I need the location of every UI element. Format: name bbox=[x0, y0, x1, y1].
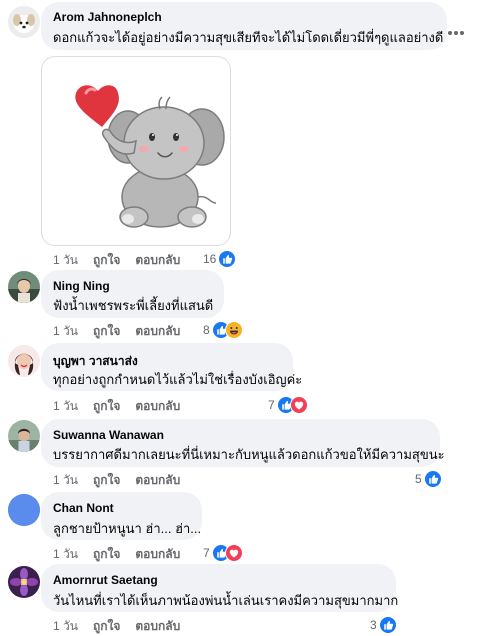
comment-timestamp[interactable]: 1 วัน bbox=[53, 324, 78, 338]
comment-actions: 1 วัน ถูกใจ ตอบกลับ bbox=[53, 545, 195, 564]
reply-button[interactable]: ตอบกลับ bbox=[135, 473, 180, 487]
like-button[interactable]: ถูกใจ bbox=[93, 473, 120, 487]
reaction-summary[interactable]: 5 bbox=[415, 470, 442, 488]
comment-actions: 1 วัน ถูกใจ ตอบกลับ bbox=[53, 251, 195, 270]
like-reaction-icon bbox=[423, 470, 442, 488]
comment-timestamp[interactable]: 1 วัน bbox=[53, 619, 78, 633]
avatar[interactable] bbox=[8, 494, 40, 526]
avatar[interactable] bbox=[8, 271, 40, 303]
reaction-summary[interactable]: 7 bbox=[203, 544, 243, 562]
like-button[interactable]: ถูกใจ bbox=[93, 619, 120, 633]
comment-actions: 1 วัน ถูกใจ ตอบกลับ bbox=[53, 397, 195, 416]
reply-button[interactable]: ตอบกลับ bbox=[135, 619, 180, 633]
like-button[interactable]: ถูกใจ bbox=[93, 399, 120, 413]
reaction-count: 3 bbox=[370, 618, 377, 632]
comment-author[interactable]: Ning Ning bbox=[53, 279, 110, 293]
like-button[interactable]: ถูกใจ bbox=[93, 253, 120, 267]
avatar[interactable] bbox=[8, 566, 40, 598]
comment-actions: 1 วัน ถูกใจ ตอบกลับ bbox=[53, 471, 195, 490]
comment-text: วันไหนที่เราได้เห็นภาพน้องพ่นน้ำเล่นเราค… bbox=[53, 593, 399, 608]
comment-timestamp[interactable]: 1 วัน bbox=[53, 547, 78, 561]
comment-text: ลูกชายป้าหนูนา ฮ่า... ฮ่า... bbox=[53, 521, 202, 536]
elephant-sticker-image[interactable] bbox=[41, 56, 231, 246]
reply-button[interactable]: ตอบกลับ bbox=[135, 253, 180, 267]
comment-timestamp[interactable]: 1 วัน bbox=[53, 253, 78, 267]
like-reaction-icon bbox=[378, 616, 397, 634]
love-reaction-icon bbox=[289, 396, 308, 414]
comment-author[interactable]: Amornrut Saetang bbox=[53, 573, 158, 587]
comment-author[interactable]: Suwanna Wanawan bbox=[53, 428, 164, 442]
comment-actions: 1 วัน ถูกใจ ตอบกลับ bbox=[53, 617, 195, 636]
reaction-count: 8 bbox=[203, 323, 210, 337]
reply-button[interactable]: ตอบกลับ bbox=[135, 399, 180, 413]
reaction-count: 7 bbox=[268, 398, 275, 412]
reaction-summary[interactable]: 16 bbox=[203, 250, 237, 268]
reaction-summary[interactable]: 8 bbox=[203, 321, 243, 339]
comment-timestamp[interactable]: 1 วัน bbox=[53, 473, 78, 487]
haha-reaction-icon bbox=[224, 321, 243, 339]
reaction-count: 7 bbox=[203, 546, 210, 560]
comment-author[interactable]: Chan Nont bbox=[53, 501, 114, 515]
comment-text: ดอกแก้วจะได้อยู่อย่างมีความสุขเสียทีจะได… bbox=[53, 30, 444, 45]
comment-text: บรรยากาศดีมากเลยนะที่นี่เหมาะกับหนูแล้วด… bbox=[53, 447, 445, 462]
comment-actions: 1 วัน ถูกใจ ตอบกลับ bbox=[53, 322, 195, 341]
love-reaction-icon bbox=[224, 544, 243, 562]
like-button[interactable]: ถูกใจ bbox=[93, 324, 120, 338]
reaction-summary[interactable]: 3 bbox=[370, 616, 397, 634]
comment-timestamp[interactable]: 1 วัน bbox=[53, 399, 78, 413]
like-reaction-icon bbox=[218, 250, 237, 268]
more-horizontal-icon[interactable] bbox=[447, 20, 465, 41]
reply-button[interactable]: ตอบกลับ bbox=[135, 547, 180, 561]
reaction-count: 5 bbox=[415, 472, 422, 486]
comment-text: ทุกอย่างถูกกำหนดไว้แล้วไม่ใช่เรื่องบังเอ… bbox=[53, 372, 303, 387]
reply-button[interactable]: ตอบกลับ bbox=[135, 324, 180, 338]
avatar[interactable] bbox=[8, 420, 40, 452]
avatar[interactable] bbox=[8, 345, 40, 377]
comment-text: ฟังน้ำเพชรพระพี่เลี้ยงที่แสนดี bbox=[53, 298, 214, 313]
reaction-summary[interactable]: 7 bbox=[268, 396, 308, 414]
like-button[interactable]: ถูกใจ bbox=[93, 547, 120, 561]
avatar[interactable] bbox=[8, 6, 40, 38]
comment-author[interactable]: Arom Jahnoneplch bbox=[53, 10, 162, 24]
reaction-count: 16 bbox=[203, 252, 217, 266]
